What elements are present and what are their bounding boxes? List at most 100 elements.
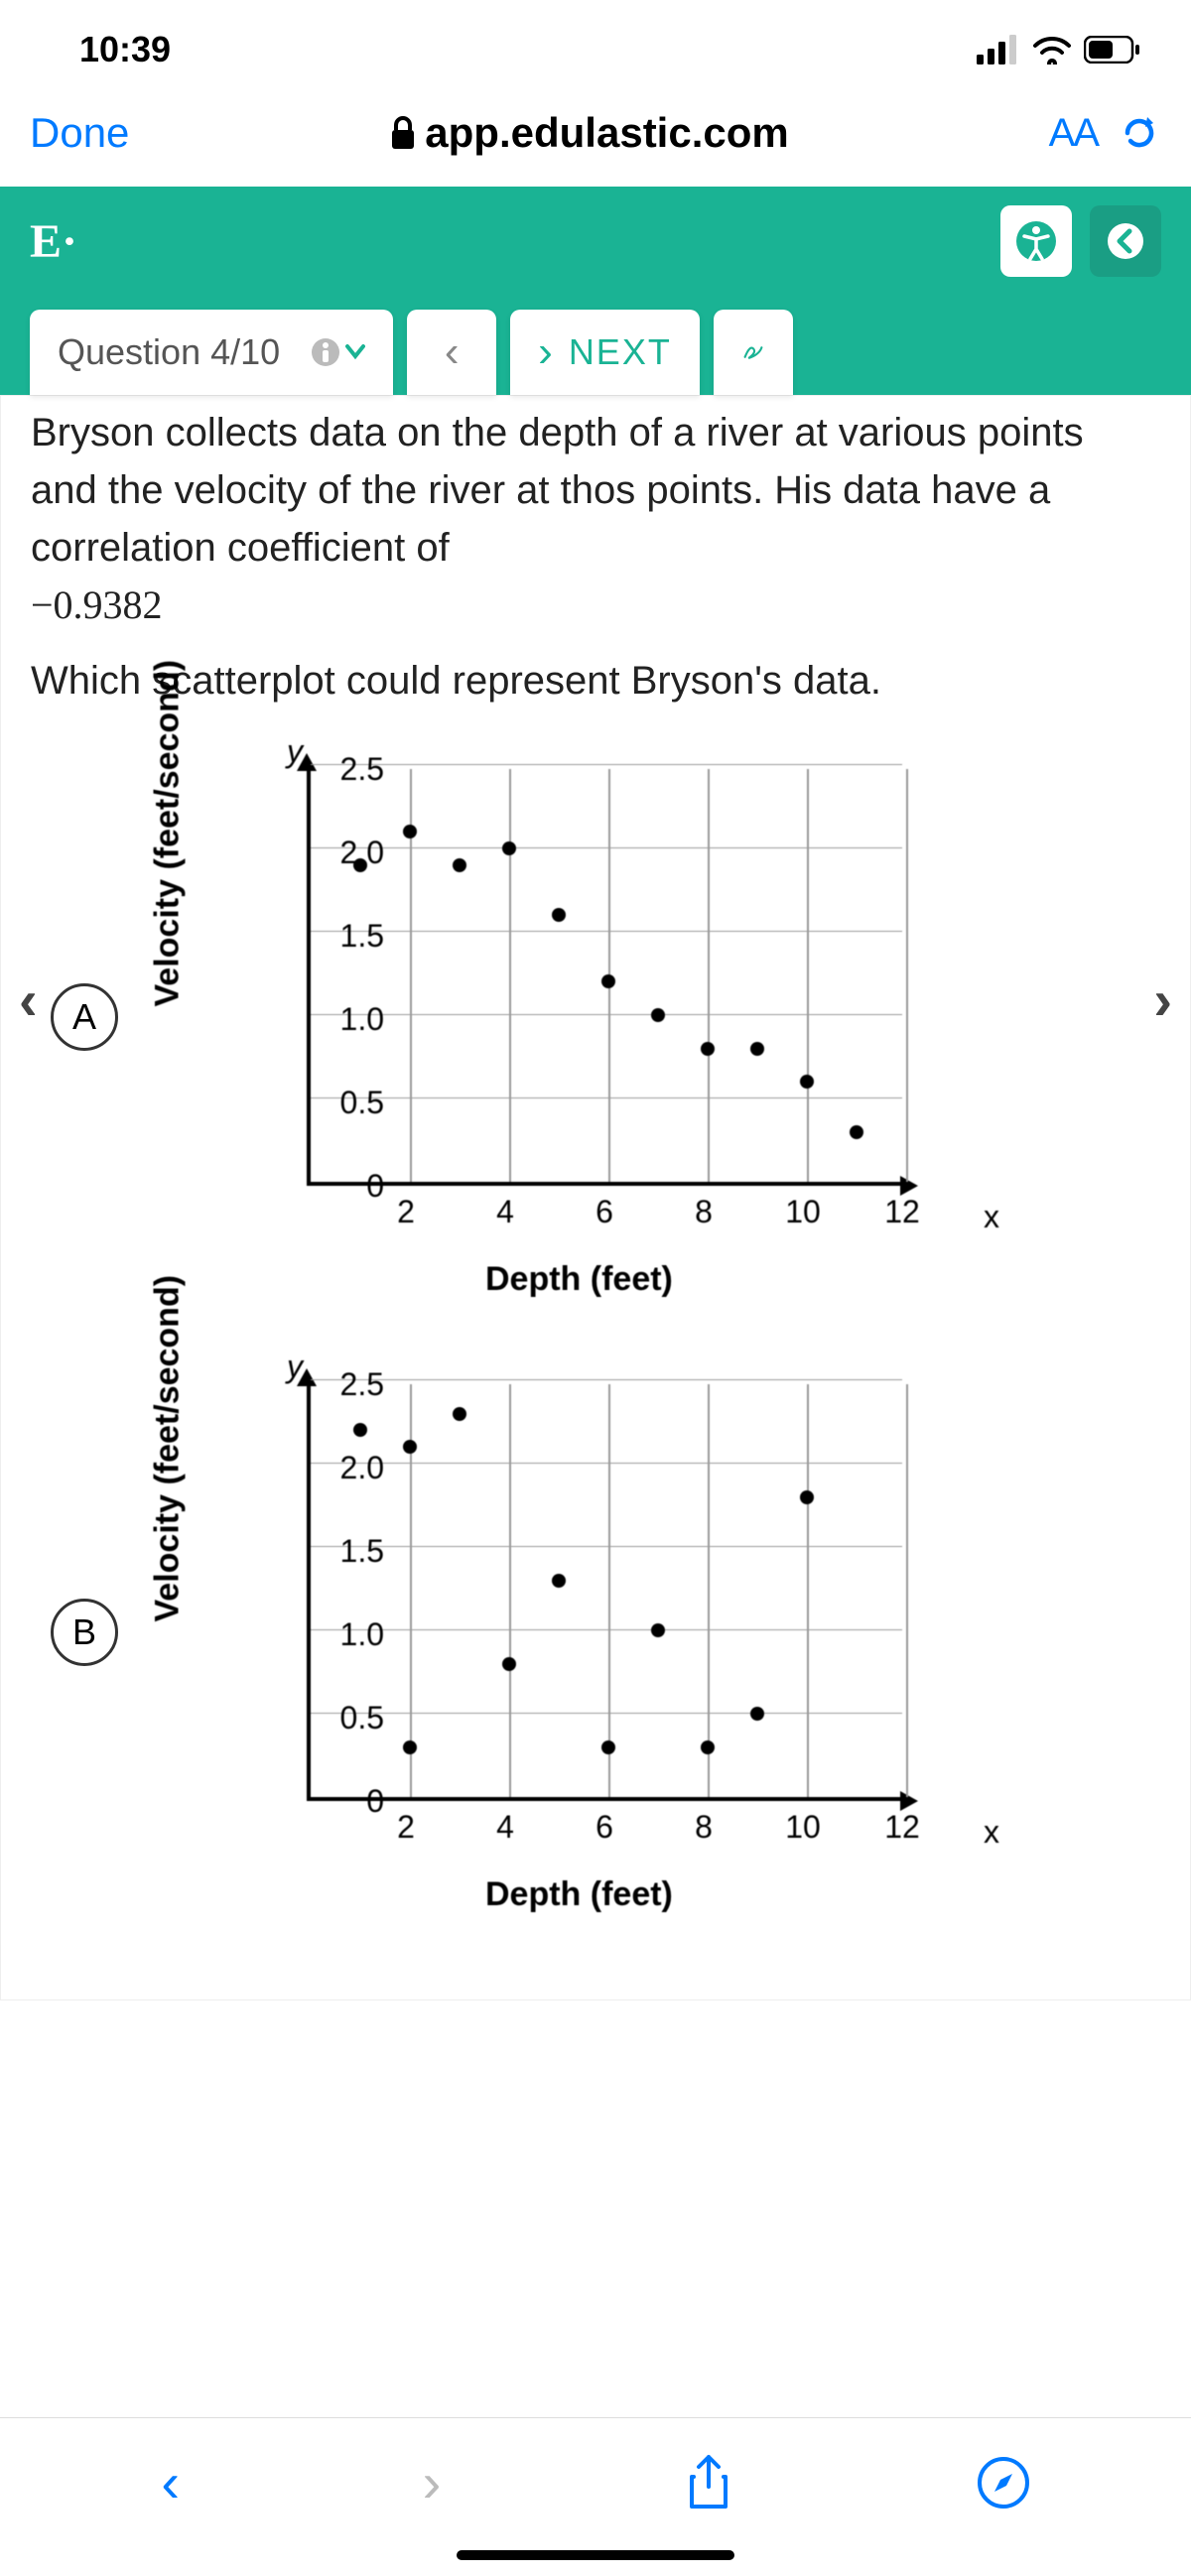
grid-line — [708, 1384, 710, 1797]
x-tick-label: 6 — [585, 1194, 624, 1230]
status-bar: 10:39 — [0, 0, 1191, 99]
options-area: ‹ › A y x Velocity (feet/second) Depth (… — [31, 739, 1160, 1910]
x-tick-label: 10 — [783, 1809, 823, 1846]
grid-line — [311, 1546, 902, 1548]
data-point — [701, 1042, 715, 1056]
back-button[interactable] — [1090, 205, 1161, 277]
grid-line — [311, 931, 902, 933]
chart-b: y x Velocity (feet/second) Depth (feet) … — [178, 1354, 992, 1910]
carousel-right-icon[interactable]: › — [1153, 967, 1172, 1032]
grid-line — [311, 1014, 902, 1016]
grid-line — [906, 769, 908, 1182]
y-tick-label: 0 — [325, 1783, 384, 1820]
option-b-row: B y x Velocity (feet/second) Depth (feet… — [31, 1354, 1160, 1910]
data-point — [403, 825, 417, 838]
y-tick-label: 2.5 — [325, 751, 384, 788]
y-tick-label: 2.0 — [325, 1450, 384, 1486]
done-button[interactable]: Done — [30, 109, 129, 157]
carousel-left-icon[interactable]: ‹ — [19, 967, 38, 1032]
data-point — [552, 908, 566, 922]
y-tick-label: 1.0 — [325, 1001, 384, 1038]
status-time: 10:39 — [79, 29, 171, 70]
y-tick-label: 2.5 — [325, 1366, 384, 1403]
data-point — [651, 1008, 665, 1022]
home-indicator — [457, 2550, 734, 2560]
question-selector[interactable]: Question 4/10 — [30, 310, 393, 395]
data-point — [353, 1423, 367, 1437]
option-b-button[interactable]: B — [51, 1599, 118, 1666]
data-point — [552, 1574, 566, 1588]
browser-bar: Done app.edulastic.com AA — [0, 99, 1191, 187]
chevron-left-icon: ‹ — [445, 327, 460, 377]
reload-icon[interactable] — [1118, 111, 1161, 155]
battery-icon — [1084, 36, 1141, 64]
y-tick-label: 0.5 — [325, 1700, 384, 1737]
grid-line — [311, 1463, 902, 1465]
y-tick-label: 0 — [325, 1168, 384, 1205]
data-point — [601, 974, 615, 988]
x-axis-letter: x — [984, 1199, 999, 1235]
grid-line — [509, 769, 511, 1182]
accessibility-button[interactable] — [1000, 205, 1072, 277]
correlation-value: −0.9382 — [31, 582, 163, 627]
safari-icon[interactable] — [977, 2456, 1030, 2510]
next-label: NEXT — [569, 331, 672, 373]
app-header: E· — [0, 187, 1191, 296]
url-display[interactable]: app.edulastic.com — [149, 109, 1028, 157]
x-tick-label: 2 — [386, 1194, 426, 1230]
question-counter: Question 4/10 — [58, 331, 280, 373]
grid-line — [311, 1629, 902, 1631]
text-size-button[interactable]: AA — [1049, 111, 1098, 156]
y-tick-label: 1.0 — [325, 1616, 384, 1653]
x-tick-label: 10 — [783, 1194, 823, 1230]
app-logo: E· — [30, 214, 77, 269]
data-point — [403, 1740, 417, 1754]
data-point — [502, 1657, 516, 1671]
x-tick-label: 4 — [485, 1809, 525, 1846]
data-point — [750, 1707, 764, 1721]
data-point — [701, 1740, 715, 1754]
share-icon[interactable] — [684, 2453, 733, 2512]
x-axis-arrow-icon — [900, 1791, 918, 1811]
plot-area-a — [307, 769, 902, 1186]
scratchpad-icon — [741, 332, 765, 372]
question-nav: Question 4/10 ‹ › NEXT — [0, 296, 1191, 395]
wifi-icon — [1032, 35, 1072, 64]
y-tick-label: 1.5 — [325, 1533, 384, 1570]
data-point — [800, 1075, 814, 1089]
x-tick-label: 8 — [684, 1809, 724, 1846]
lock-icon — [389, 115, 417, 151]
browser-forward-button[interactable]: › — [423, 2450, 442, 2514]
grid-line — [807, 1384, 809, 1797]
next-question-button[interactable]: › NEXT — [510, 310, 700, 395]
scratchpad-button[interactable] — [714, 310, 793, 395]
y-axis-label: Velocity (feet/second) — [149, 1275, 188, 1622]
accessibility-icon — [1014, 219, 1058, 263]
data-point — [850, 1125, 863, 1139]
grid-line — [509, 1384, 511, 1797]
x-tick-label: 6 — [585, 1809, 624, 1846]
info-dropdown-icon — [310, 332, 365, 372]
browser-toolbar: ‹ › — [0, 2417, 1191, 2576]
x-tick-label: 2 — [386, 1809, 426, 1846]
grid-line — [311, 1713, 902, 1715]
question-text: Bryson collects data on the depth of a r… — [31, 404, 1160, 634]
option-a-button[interactable]: A — [51, 983, 118, 1051]
data-point — [502, 841, 516, 855]
x-tick-label: 4 — [485, 1194, 525, 1230]
back-arrow-icon — [1104, 219, 1147, 263]
x-tick-label: 12 — [882, 1194, 922, 1230]
y-axis-label: Velocity (feet/second) — [149, 660, 188, 1007]
browser-back-button[interactable]: ‹ — [161, 2450, 180, 2514]
chevron-right-icon: › — [538, 327, 553, 377]
question-prompt: Which scatterplot could represent Bryson… — [31, 652, 1160, 709]
status-indicators — [977, 35, 1141, 64]
x-tick-label: 12 — [882, 1809, 922, 1846]
x-axis-label: Depth (feet) — [485, 1875, 673, 1914]
data-point — [800, 1490, 814, 1504]
data-point — [403, 1440, 417, 1454]
x-axis-label: Depth (feet) — [485, 1260, 673, 1299]
prev-question-button[interactable]: ‹ — [407, 310, 496, 395]
y-tick-label: 1.5 — [325, 918, 384, 955]
grid-line — [311, 1097, 902, 1099]
